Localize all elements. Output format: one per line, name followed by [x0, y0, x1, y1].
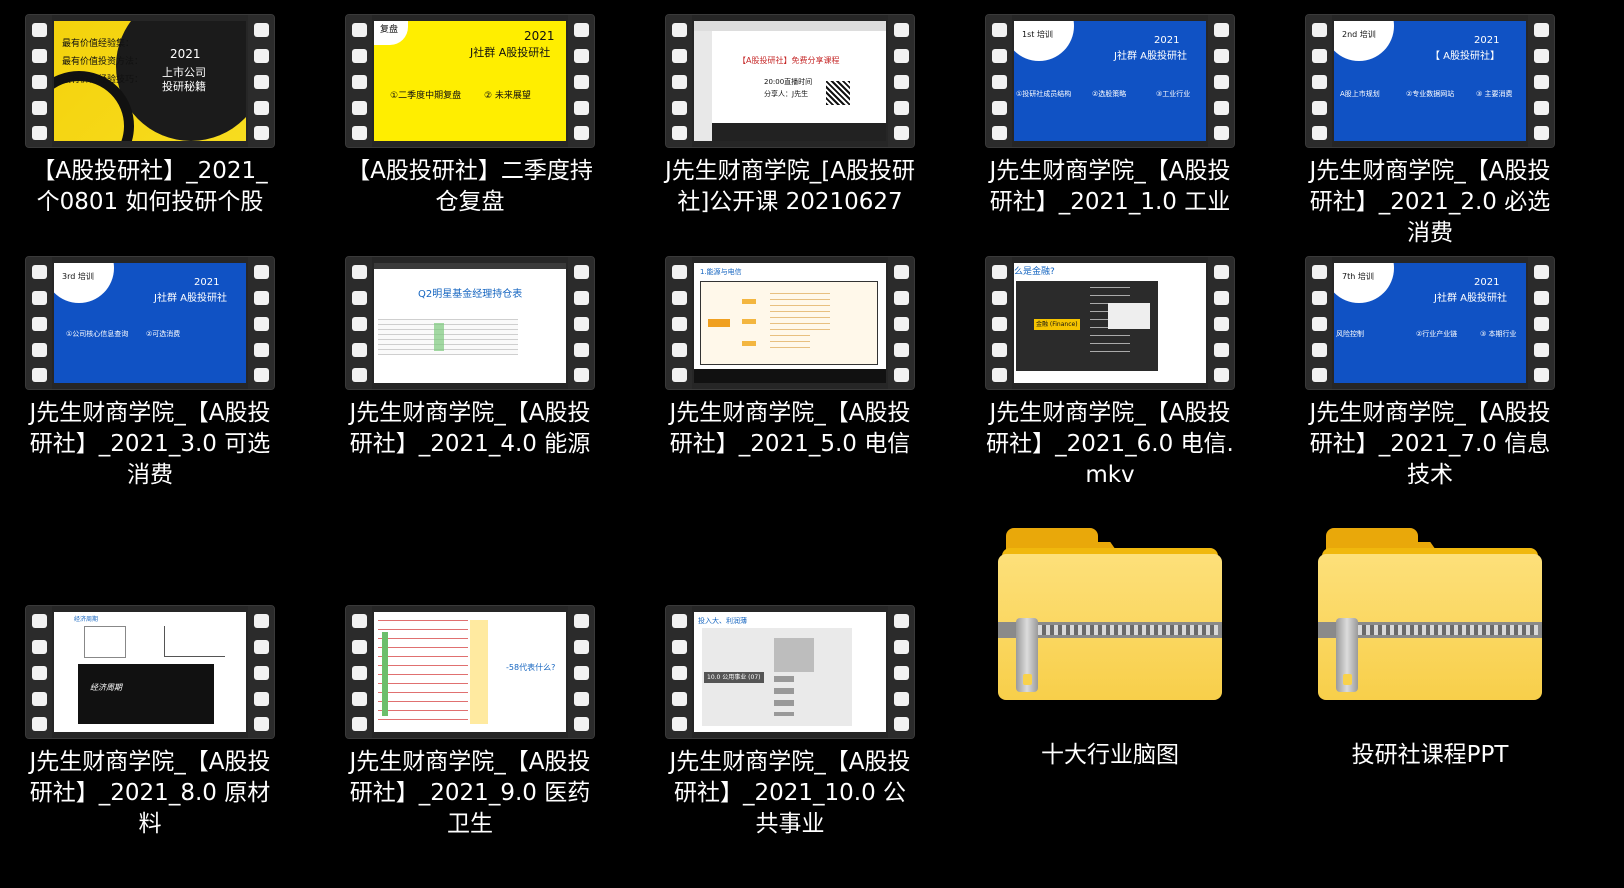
video-thumbnail[interactable]: 最有价值经验集： 最有价值投资方法： 最有价值经验技巧： 2021 上市公司 投…	[25, 14, 275, 148]
thumb-text: 分享人：J先生	[764, 90, 809, 98]
file-item-video[interactable]: 1st 培训 2021 J社群 A股投研社 ①投研社成员结构 ②选股策略 ③工业…	[960, 14, 1260, 218]
file-item-video[interactable]: 【A股投研社】免费分享课程 20:00直播时间 分享人：J先生 J先生财商学院_…	[640, 14, 940, 218]
thumb-text: ②专业数据网站	[1406, 90, 1455, 98]
thumb-text: ①公司核心信息查询	[66, 330, 129, 338]
file-grid: 最有价值经验集： 最有价值投资方法： 最有价值经验技巧： 2021 上市公司 投…	[0, 0, 1624, 888]
thumb-text: 2021	[170, 47, 201, 61]
file-item-video[interactable]: 2nd 培训 2021 【 A股投研社】 A股上市规划 ②专业数据网站 ③ 主要…	[1280, 14, 1580, 249]
thumb-text: ② 未来展望	[484, 91, 531, 101]
thumb-text: J社群 A股投研社	[1434, 293, 1507, 304]
video-thumbnail[interactable]: Q2明星基金经理持仓表	[345, 256, 595, 390]
thumb-text: A股上市规划	[1340, 90, 1380, 98]
file-item-zip-folder[interactable]: 十大行业脑图	[960, 522, 1260, 771]
file-item-video[interactable]: 7th 培训 2021 J社群 A股投研社 风险控制 ②行业产业链 ③ 本期行业…	[1280, 256, 1580, 491]
thumb-text: 【 A股投研社】	[1430, 51, 1501, 62]
thumb-text: 复盘	[380, 25, 399, 35]
thumb-text: 经济周期	[90, 683, 122, 692]
zip-folder-icon[interactable]	[1318, 528, 1542, 704]
thumb-text: ②可选消费	[146, 330, 181, 338]
file-name: J先生财商学院_【A股投研社】_2021_8.0 原材料	[29, 749, 271, 837]
zip-folder-icon[interactable]	[998, 528, 1222, 704]
thumb-text: 2021	[1474, 277, 1500, 288]
file-name: J先生财商学院_【A股投研社】_2021_3.0 可选消费	[29, 400, 271, 488]
thumb-text: ②行业产业链	[1416, 330, 1458, 338]
thumb-text: 2021	[194, 277, 220, 288]
thumb-text: 风险控制	[1336, 330, 1364, 338]
thumb-text: 上市公司	[162, 66, 206, 79]
video-thumbnail[interactable]: 3rd 培训 2021 J社群 A股投研社 ①公司核心信息查询 ②可选消费	[25, 256, 275, 390]
file-name: J先生财商学院_【A股投研社】_2021_4.0 能源	[349, 400, 591, 457]
thumb-text: J社群 A股投研社	[1114, 51, 1187, 62]
file-item-video[interactable]: 3rd 培训 2021 J社群 A股投研社 ①公司核心信息查询 ②可选消费 J先…	[0, 256, 300, 491]
file-item-video[interactable]: -58代表什么? J先生财商学院_【A股投研社】_2021_9.0 医药卫生	[320, 605, 620, 840]
video-thumbnail[interactable]: 【A股投研社】免费分享课程 20:00直播时间 分享人：J先生	[665, 14, 915, 148]
video-thumbnail[interactable]: 2nd 培训 2021 【 A股投研社】 A股上市规划 ②专业数据网站 ③ 主要…	[1305, 14, 1555, 148]
file-name: 投研社课程PPT	[1351, 742, 1509, 768]
thumb-text: -58代表什么?	[506, 663, 556, 672]
video-thumbnail[interactable]: 7th 培训 2021 J社群 A股投研社 风险控制 ②行业产业链 ③ 本期行业	[1305, 256, 1555, 390]
thumb-text: ②选股策略	[1092, 90, 1127, 98]
file-item-video[interactable]: 1.能源与电信 J先生财商学院_【A股投研社】_2021_5.0 电信	[640, 256, 940, 460]
thumb-text: 10.0 公用事业 (07)	[704, 672, 764, 683]
thumb-text: 2021	[1474, 35, 1500, 46]
thumb-text: 投研秘籍	[162, 80, 206, 93]
thumb-text: 最有价值经验技巧：	[62, 75, 144, 85]
thumb-text: J社群 A股投研社	[154, 293, 227, 304]
file-item-video[interactable]: 经济周期 经济周期 J先生财商学院_【A股投研社】_2021_8.0 原材料	[0, 605, 300, 840]
thumb-text: 1.能源与电信	[700, 268, 742, 276]
thumb-text: ①投研社成员结构	[1016, 90, 1072, 98]
file-item-video[interactable]: 么是金融? 金融 (Finance) J先生财商学院_【A股投研社】_2021_…	[960, 256, 1260, 491]
video-thumbnail[interactable]: 1st 培训 2021 J社群 A股投研社 ①投研社成员结构 ②选股策略 ③工业…	[985, 14, 1235, 148]
file-item-video[interactable]: 最有价值经验集： 最有价值投资方法： 最有价值经验技巧： 2021 上市公司 投…	[0, 14, 300, 218]
file-name: J先生财商学院_【A股投研社】_2021_7.0 信息技术	[1309, 400, 1551, 488]
file-name: 【A股投研社】_2021_个0801 如何投研个股	[32, 158, 268, 215]
file-item-video[interactable]: 复盘 2021 J社群 A股投研社 ①二季度中期复盘 ② 未来展望 【A股投研社…	[320, 14, 620, 218]
file-name: 【A股投研社】二季度持仓复盘	[347, 158, 593, 215]
video-thumbnail[interactable]: 复盘 2021 J社群 A股投研社 ①二季度中期复盘 ② 未来展望	[345, 14, 595, 148]
video-thumbnail[interactable]: 1.能源与电信	[665, 256, 915, 390]
file-name: J先生财商学院_【A股投研社】_2021_1.0 工业	[989, 158, 1231, 215]
thumb-text: 最有价值投资方法：	[62, 57, 144, 67]
thumb-text: 么是金融?	[1014, 267, 1055, 277]
thumb-text: 2nd 培训	[1342, 30, 1376, 39]
thumb-text: Q2明星基金经理持仓表	[418, 289, 523, 300]
file-name: J先生财商学院_[A股投研社]公开课 20210627	[665, 158, 915, 215]
thumb-text: 最有价值经验集：	[62, 39, 135, 49]
file-item-zip-folder[interactable]: 投研社课程PPT	[1280, 522, 1580, 771]
thumb-text: ③工业行业	[1156, 90, 1191, 98]
thumb-text: 20:00直播时间	[764, 78, 813, 86]
file-name: 十大行业脑图	[1041, 742, 1179, 768]
video-thumbnail[interactable]: 么是金融? 金融 (Finance)	[985, 256, 1235, 390]
thumb-text: 2021	[1154, 35, 1180, 46]
thumb-text: 1st 培训	[1022, 30, 1053, 39]
file-name: J先生财商学院_【A股投研社】_2021_9.0 医药卫生	[349, 749, 591, 837]
thumb-text: 7th 培训	[1342, 272, 1374, 281]
video-thumbnail[interactable]: 经济周期 经济周期	[25, 605, 275, 739]
thumb-text: ①二季度中期复盘	[390, 91, 462, 101]
file-name: J先生财商学院_【A股投研社】_2021_6.0 电信.mkv	[986, 400, 1234, 488]
file-name: J先生财商学院_【A股投研社】_2021_10.0 公共事业	[669, 749, 911, 837]
thumb-text: 经济周期	[74, 616, 99, 623]
file-name: J先生财商学院_【A股投研社】_2021_2.0 必选消费	[1309, 158, 1551, 246]
thumb-text: ③ 本期行业	[1480, 330, 1517, 338]
file-item-video[interactable]: Q2明星基金经理持仓表 J先生财商学院_【A股投研社】_2021_4.0 能源	[320, 256, 620, 460]
thumb-text: J社群 A股投研社	[470, 46, 551, 59]
thumb-text: 2021	[524, 29, 555, 43]
file-item-video[interactable]: 投入大、利润薄 10.0 公用事业 (07) J先生财商学院_【A股投研社】_2…	[640, 605, 940, 840]
thumb-text: 3rd 培训	[62, 272, 94, 281]
thumb-text: 金融 (Finance)	[1034, 319, 1080, 330]
thumb-text: 投入大、利润薄	[698, 617, 747, 625]
video-thumbnail[interactable]: 投入大、利润薄 10.0 公用事业 (07)	[665, 605, 915, 739]
thumb-text: 【A股投研社】免费分享课程	[738, 56, 840, 65]
thumb-text: ③ 主要消费	[1476, 90, 1513, 98]
file-name: J先生财商学院_【A股投研社】_2021_5.0 电信	[669, 400, 911, 457]
video-thumbnail[interactable]: -58代表什么?	[345, 605, 595, 739]
